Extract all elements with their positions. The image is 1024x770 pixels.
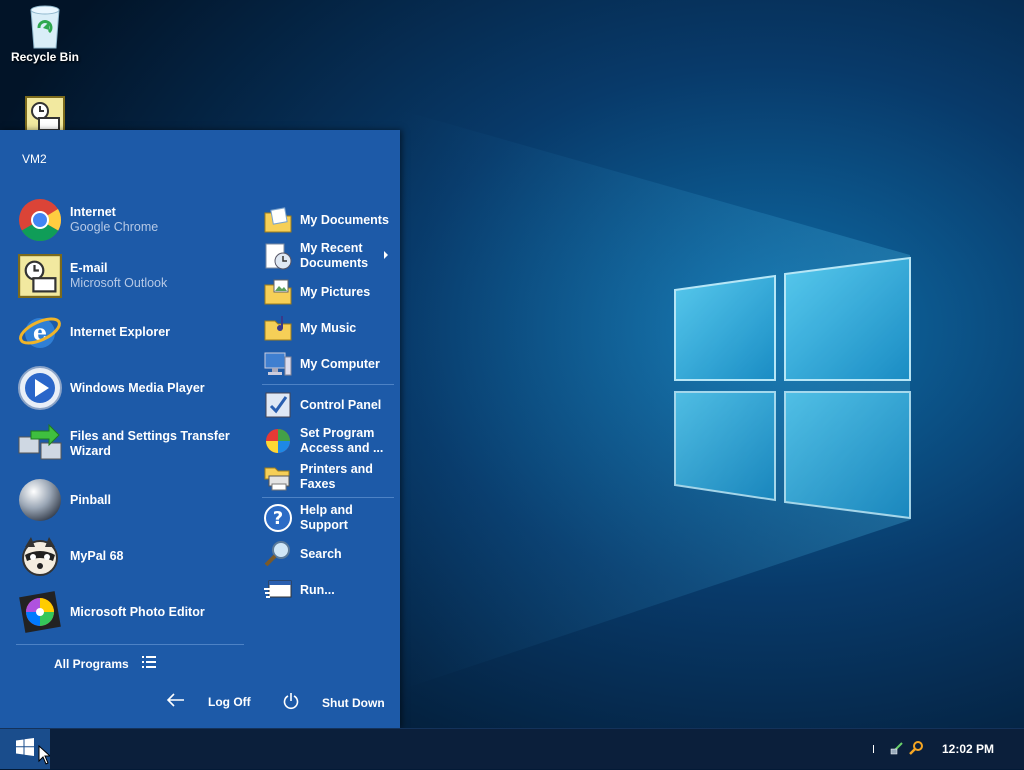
all-programs-button[interactable]: All Programs	[54, 654, 157, 673]
program-title: MyPal 68	[70, 548, 124, 563]
taskbar-clock[interactable]: 12:02 PM	[942, 742, 994, 756]
program-item-internet-explorer[interactable]: e Internet Explorer	[16, 304, 244, 360]
program-title: Windows Media Player	[70, 380, 205, 395]
search-icon	[262, 538, 294, 570]
place-set-program-access[interactable]: Set Program Access and ...	[262, 423, 394, 459]
user-name: VM2	[22, 152, 47, 166]
place-my-music[interactable]: My Music	[262, 310, 394, 346]
help-icon: ?	[262, 502, 294, 534]
media-player-icon	[16, 364, 64, 412]
all-programs-label: All Programs	[54, 656, 129, 671]
program-list-divider	[16, 644, 244, 645]
place-label: Control Panel	[300, 397, 382, 412]
recycle-bin-icon	[23, 2, 67, 49]
computer-icon	[262, 348, 294, 380]
mouse-cursor-icon	[38, 744, 52, 770]
chrome-icon	[16, 196, 64, 244]
place-control-panel[interactable]: Control Panel	[262, 387, 394, 423]
shut-down-button[interactable]: Shut Down	[282, 692, 385, 713]
svg-text:?: ?	[273, 508, 283, 529]
tray-separator	[872, 745, 874, 753]
places-divider	[262, 384, 394, 385]
program-item-chrome[interactable]: Internet Google Chrome	[16, 192, 244, 248]
network-tray-icon[interactable]	[890, 741, 904, 758]
program-title: E-mail	[70, 261, 108, 275]
power-bar: Log Off Shut Down	[0, 686, 400, 718]
place-label: My Music	[300, 320, 357, 335]
place-label: My Computer	[300, 356, 380, 371]
place-label: Run...	[300, 582, 335, 597]
places-list: My Documents My Recent Documents My Pict…	[262, 202, 394, 608]
program-title: Pinball	[70, 492, 111, 507]
system-tray: 12:02 PM	[872, 729, 1024, 769]
program-access-icon	[262, 425, 294, 457]
place-label: Set Program Access and ...	[300, 426, 384, 455]
place-printers-and-faxes[interactable]: Printers and Faxes	[262, 459, 394, 495]
photo-editor-icon	[16, 588, 64, 636]
control-panel-icon	[262, 389, 294, 421]
recent-documents-icon	[262, 240, 294, 272]
submenu-arrow-icon	[384, 251, 388, 259]
search-tray-icon[interactable]	[908, 740, 924, 759]
program-item-photo-editor[interactable]: Microsoft Photo Editor	[16, 584, 244, 640]
place-label: Help and Support	[300, 503, 353, 532]
program-item-mypal[interactable]: MyPal 68	[16, 528, 244, 584]
program-subtitle: Microsoft Outlook	[70, 276, 168, 290]
outlook-icon	[16, 252, 64, 300]
place-label: Search	[300, 546, 342, 561]
program-item-pinball[interactable]: Pinball	[16, 472, 244, 528]
program-item-media-player[interactable]: Windows Media Player	[16, 360, 244, 416]
windows-logo-icon	[16, 737, 34, 761]
power-icon	[282, 692, 300, 713]
place-label: My Recent Documents	[300, 241, 369, 270]
internet-explorer-icon: e	[16, 308, 64, 356]
start-menu: VM2 Internet Google Chrome E-mail Microsof…	[0, 130, 400, 728]
back-arrow-icon	[166, 692, 186, 711]
program-item-outlook[interactable]: E-mail Microsoft Outlook	[16, 248, 244, 304]
place-search[interactable]: Search	[262, 536, 394, 572]
program-title: Internet Explorer	[70, 324, 171, 339]
program-subtitle: Google Chrome	[70, 220, 159, 234]
program-item-transfer-wizard[interactable]: Files and Settings Transfer Wizard	[16, 416, 244, 472]
program-title: Internet	[70, 205, 116, 219]
pictures-folder-icon	[262, 276, 294, 308]
run-icon	[262, 574, 294, 606]
printer-icon	[262, 461, 294, 493]
program-list: Internet Google Chrome E-mail Microsoft Ou…	[16, 192, 244, 640]
place-my-recent-documents[interactable]: My Recent Documents	[262, 238, 394, 274]
place-label: My Pictures	[300, 284, 371, 299]
pinball-icon	[16, 476, 64, 524]
music-folder-icon	[262, 312, 294, 344]
mypal-icon	[16, 532, 64, 580]
log-off-button[interactable]: Log Off	[166, 692, 251, 711]
place-run[interactable]: Run...	[262, 572, 394, 608]
program-title: Files and Settings Transfer Wizard	[70, 429, 230, 458]
documents-folder-icon	[262, 204, 294, 236]
shut-down-label: Shut Down	[322, 695, 385, 710]
transfer-wizard-icon	[16, 420, 64, 468]
list-icon	[141, 654, 157, 673]
program-title: Microsoft Photo Editor	[70, 604, 205, 619]
places-divider	[262, 497, 394, 498]
place-label: My Documents	[300, 212, 389, 227]
place-help-and-support[interactable]: ? Help and Support	[262, 500, 394, 536]
log-off-label: Log Off	[208, 694, 251, 709]
recycle-bin-desktop-icon[interactable]: Recycle Bin	[0, 2, 90, 64]
place-my-documents[interactable]: My Documents	[262, 202, 394, 238]
place-label: Printers and Faxes	[300, 462, 373, 491]
place-my-computer[interactable]: My Computer	[262, 346, 394, 382]
place-my-pictures[interactable]: My Pictures	[262, 274, 394, 310]
recycle-bin-label: Recycle Bin	[10, 50, 80, 64]
taskbar: 12:02 PM	[0, 728, 1024, 769]
